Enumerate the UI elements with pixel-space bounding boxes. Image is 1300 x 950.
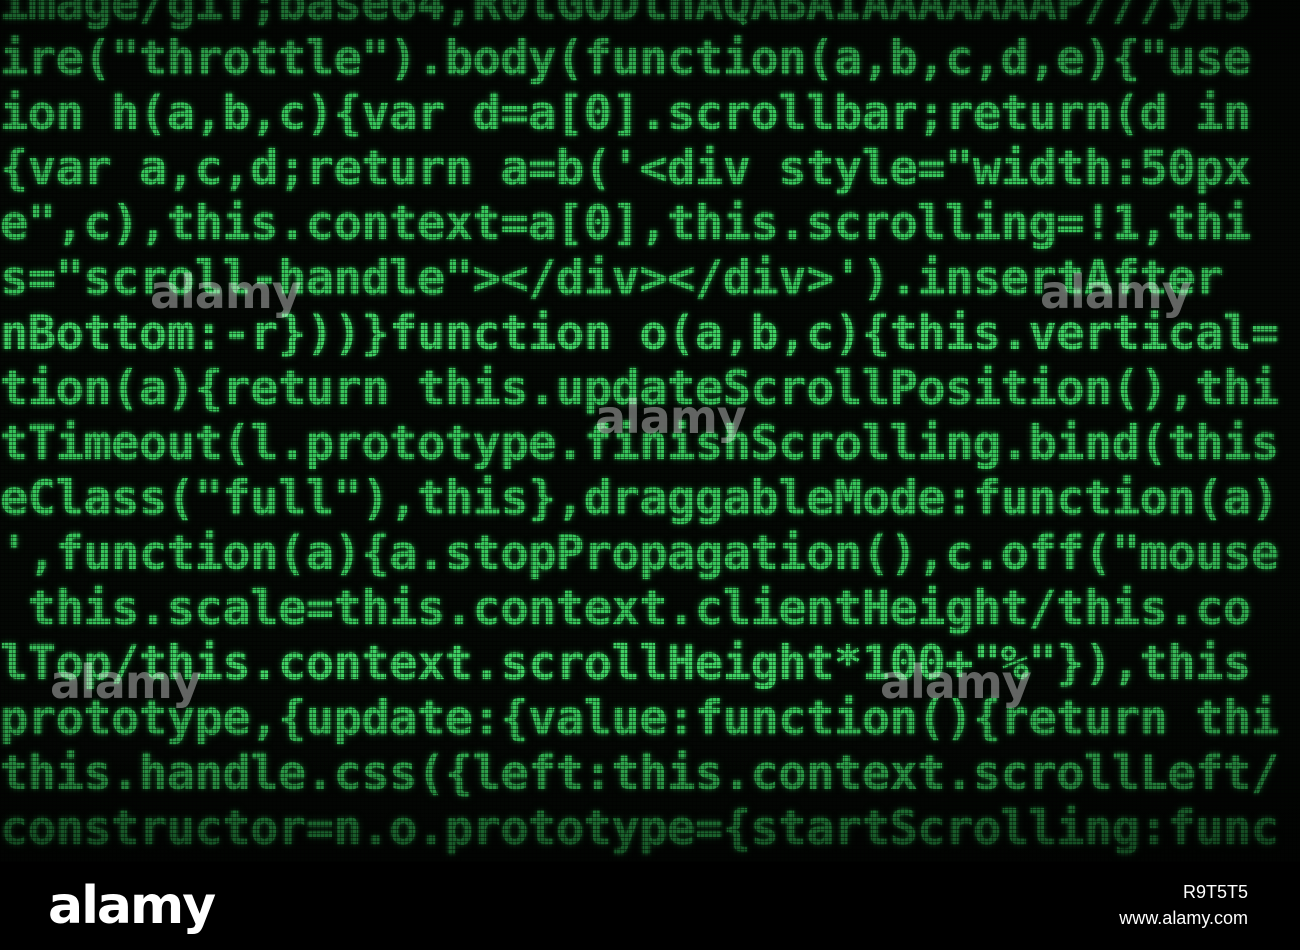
code-line: constructor=n.o.prototype={startScrollin… — [0, 801, 1279, 856]
code-block: image/gif;base64,R0lGODlhAQABAIAAAAAAAP/… — [0, 0, 1300, 856]
code-photo: image/gif;base64,R0lGODlhAQABAIAAAAAAAP/… — [0, 0, 1300, 862]
code-line: tion(a){return this.updateScrollPosition… — [0, 361, 1279, 416]
stock-footer: alamy R9T5T5 www.alamy.com — [0, 862, 1300, 950]
code-line: this.handle.css({left:this.context.scrol… — [0, 746, 1279, 801]
code-line: e",c),this.context=a[0],this.scrolling=!… — [0, 196, 1251, 251]
code-line: eClass("full"),this},draggableMode:funct… — [0, 471, 1279, 526]
site-url: www.alamy.com — [1119, 908, 1248, 928]
code-line: ',function(a){a.stopPropagation(),c.off(… — [0, 526, 1279, 581]
code-line: image/gif;base64,R0lGODlhAQABAIAAAAAAAP/… — [0, 0, 1251, 31]
code-line: ion h(a,b,c){var d=a[0].scrollbar;return… — [0, 86, 1251, 141]
alamy-logo: alamy — [48, 876, 216, 936]
code-line: {var a,c,d;return a=b('<div style="width… — [0, 141, 1251, 196]
code-line: nBottom:-r}))}function o(a,b,c){this.ver… — [0, 306, 1279, 361]
image-id: R9T5T5 — [1182, 882, 1248, 902]
code-line: s="scroll-handle"></div></div>').insertA… — [0, 251, 1224, 306]
code-line: prototype,{update:{value:function(){retu… — [0, 691, 1279, 746]
code-line: tTimeout(l.prototype.finishScrolling.bin… — [0, 416, 1279, 471]
code-line: this.scale=this.context.clientHeight/thi… — [0, 581, 1252, 636]
code-line: lTop/this.context.scrollHeight*100+"%"})… — [0, 636, 1251, 691]
code-line: ire("throttle").body(function(a,b,c,d,e)… — [0, 31, 1251, 86]
